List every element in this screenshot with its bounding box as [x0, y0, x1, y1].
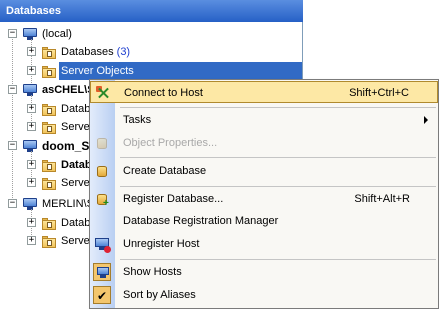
host-label: MERLIN\S — [42, 198, 94, 210]
node-label: Datab — [61, 159, 92, 171]
sort-by-aliases-checked-box: ✔ — [93, 286, 111, 304]
menu-separator — [120, 157, 436, 158]
expand-toggle[interactable]: + — [27, 66, 36, 75]
menu-separator — [120, 107, 436, 108]
tree-node-databases[interactable]: + Datab — [0, 156, 92, 174]
register-database-icon: + — [94, 191, 110, 209]
tree-host-merlin[interactable]: − MERLIN\S — [0, 195, 100, 213]
panel-title: Databases — [0, 0, 303, 22]
tree-node-databases[interactable]: + Datab — [0, 214, 90, 232]
folder-icon — [41, 46, 57, 59]
collapse-toggle[interactable]: − — [8, 141, 17, 150]
menu-item-object-properties[interactable]: Object Properties... — [90, 132, 438, 154]
folder-icon — [41, 121, 57, 134]
tree-node-server-objects[interactable]: + Serve — [0, 118, 90, 136]
tree-host-aschel[interactable]: − asCHEL\S — [0, 81, 100, 99]
folder-icon — [41, 159, 57, 172]
host-icon — [22, 197, 38, 211]
menu-separator — [120, 186, 436, 187]
expand-toggle[interactable]: + — [27, 104, 36, 113]
tree-node-server-objects[interactable]: + Serve — [0, 174, 90, 192]
check-icon: ✔ — [97, 289, 108, 303]
tree-host-doom[interactable]: − doom_SI — [0, 137, 100, 155]
node-label: Serve — [61, 177, 90, 189]
host-icon — [22, 83, 38, 97]
expand-toggle[interactable]: + — [27, 122, 36, 131]
submenu-arrow-icon — [424, 116, 428, 124]
host-label: doom_SI — [42, 139, 93, 153]
unregister-host-icon — [94, 236, 111, 253]
collapse-toggle[interactable]: − — [8, 199, 17, 208]
node-label: Datab — [61, 103, 91, 115]
properties-icon — [94, 135, 110, 151]
tree-node-server-objects[interactable]: + Serve — [0, 232, 90, 250]
node-label: Serve — [61, 121, 90, 133]
host-icon — [22, 27, 38, 41]
database-count: (3) — [116, 46, 131, 58]
node-label: Serve — [61, 235, 90, 247]
expand-toggle[interactable]: + — [27, 178, 36, 187]
expand-toggle[interactable]: + — [27, 218, 36, 227]
collapse-toggle[interactable]: − — [8, 29, 17, 38]
tree-node-server-objects[interactable]: + Server Objects — [0, 62, 302, 80]
show-hosts-checked-box — [93, 263, 111, 281]
node-label: Datab — [61, 217, 91, 229]
host-label: (local) — [42, 28, 72, 40]
menu-item-tasks[interactable]: Tasks — [90, 109, 438, 131]
menu-item-create-database[interactable]: Create Database — [90, 160, 438, 182]
menu-separator — [120, 259, 436, 260]
menu-item-sort-by-aliases[interactable]: ✔ Sort by Aliases — [90, 284, 438, 306]
menu-item-unregister-host[interactable]: Unregister Host — [90, 233, 438, 255]
menu-item-connect-to-host[interactable]: Connect to Host Shift+Ctrl+C — [90, 81, 438, 103]
shortcut-label: Shift+Alt+R — [354, 193, 410, 205]
expand-toggle[interactable]: + — [27, 47, 36, 56]
node-label: Databases (3) — [61, 46, 131, 58]
tree-host-local[interactable]: − (local) — [0, 25, 302, 43]
folder-icon — [41, 65, 57, 78]
create-database-icon — [94, 163, 110, 179]
menu-item-database-registration-manager[interactable]: Database Registration Manager — [90, 210, 438, 232]
expand-toggle[interactable]: + — [27, 236, 36, 245]
host-icon — [22, 139, 38, 153]
folder-icon — [41, 103, 57, 116]
folder-icon — [41, 217, 57, 230]
menu-item-register-database[interactable]: + Register Database... Shift+Alt+R — [90, 188, 438, 210]
node-label-selected: Server Objects — [59, 62, 302, 80]
host-label: asCHEL\S — [42, 84, 95, 96]
folder-icon — [41, 177, 57, 190]
collapse-toggle[interactable]: − — [8, 85, 17, 94]
tree-node-databases[interactable]: + Datab — [0, 100, 90, 118]
connect-icon — [95, 85, 111, 101]
menu-item-show-hosts[interactable]: Show Hosts — [90, 261, 438, 283]
context-menu: Connect to Host Shift+Ctrl+C Tasks Objec… — [89, 79, 439, 309]
expand-toggle[interactable]: + — [27, 160, 36, 169]
shortcut-label: Shift+Ctrl+C — [349, 87, 409, 99]
folder-icon — [41, 235, 57, 248]
tree-node-databases[interactable]: + Databases (3) — [0, 43, 302, 61]
